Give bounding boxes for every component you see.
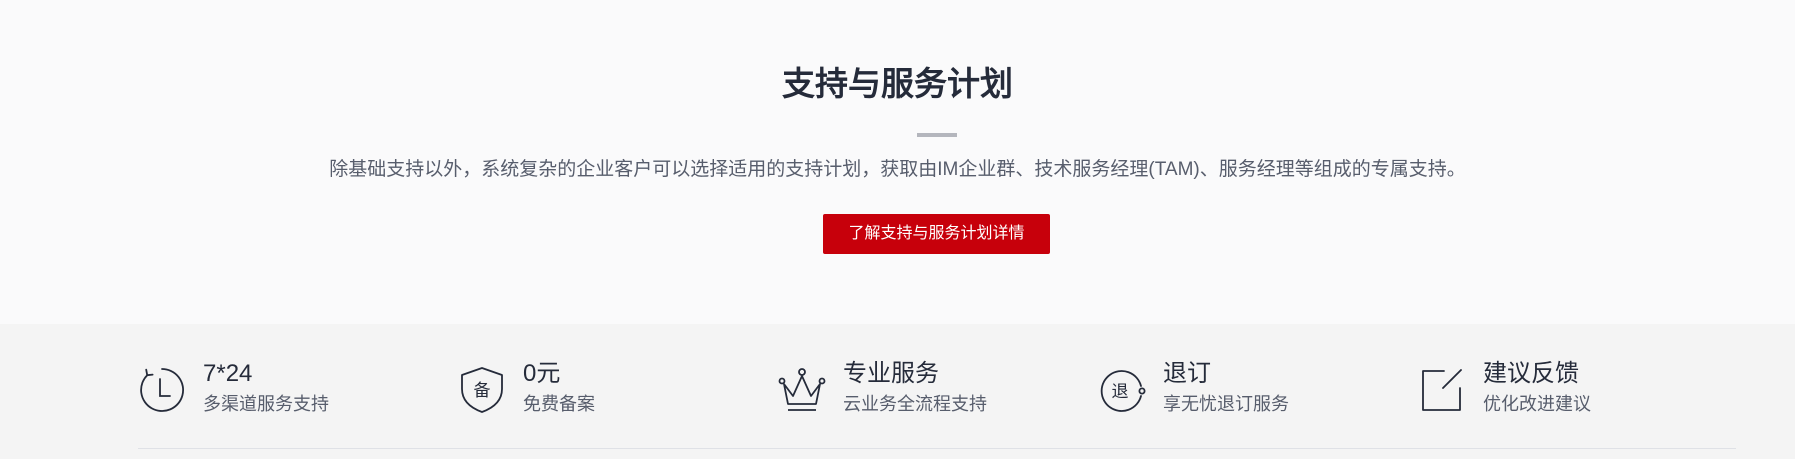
shield-icon: 备 — [458, 366, 506, 414]
shield-icon-text: 备 — [474, 381, 491, 401]
feature-title: 专业服务 — [843, 360, 939, 387]
feature-subtitle: 云业务全流程支持 — [843, 394, 987, 414]
feature-title: 0元 — [523, 360, 561, 387]
section-title: 支持与服务计划 — [782, 65, 1013, 102]
feature-title: 7*24 — [203, 360, 253, 387]
feature-subtitle: 优化改进建议 — [1483, 394, 1591, 414]
refund-icon: 退 — [1098, 366, 1146, 414]
feature-title: 建议反馈 — [1483, 360, 1579, 387]
crown-icon — [778, 366, 826, 414]
feature-subtitle: 多渠道服务支持 — [203, 394, 329, 414]
title-divider — [917, 133, 957, 137]
refund-icon-text: 退 — [1112, 382, 1129, 402]
feature-subtitle: 免费备案 — [523, 394, 595, 414]
features-strip: 7*24 多渠道服务支持 备 0元 免费备案 专业服务 云业务全流程支持 退 退… — [0, 324, 1795, 459]
feature-subtitle: 享无忧退订服务 — [1163, 394, 1289, 414]
edit-icon — [1418, 366, 1466, 414]
feature-title: 退订 — [1163, 360, 1211, 387]
section-description: 除基础支持以外，系统复杂的企业客户可以选择适用的支持计划，获取由IM企业群、技术… — [329, 159, 1466, 180]
support-plan-section: 支持与服务计划 除基础支持以外，系统复杂的企业客户可以选择适用的支持计划，获取由… — [0, 0, 1795, 324]
clock-icon — [138, 366, 186, 414]
support-plan-details-button[interactable]: 了解支持与服务计划详情 — [823, 214, 1050, 254]
features-divider — [138, 448, 1736, 449]
